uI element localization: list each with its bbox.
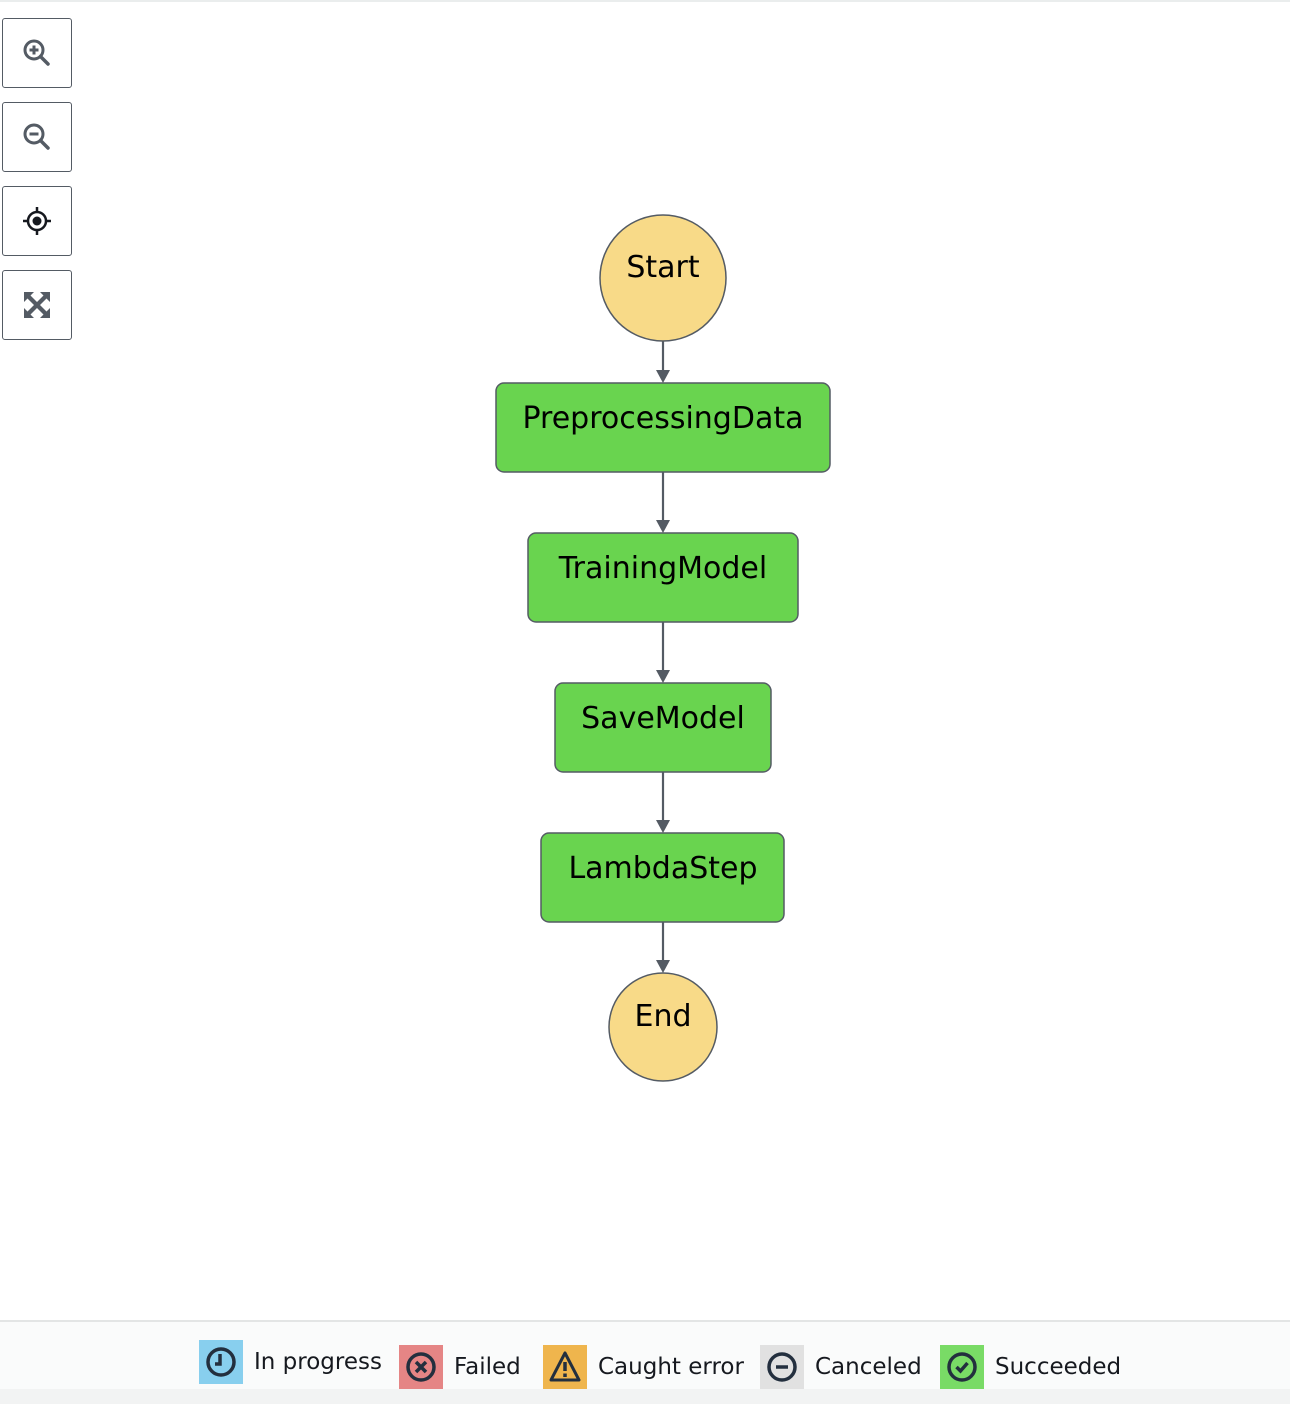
zoom-in-icon — [23, 39, 50, 66]
node-start[interactable]: Start — [599, 214, 727, 342]
workflow-graph: Start PreprocessingData TrainingModel SaveM… — [495, 214, 831, 1082]
fit-button[interactable] — [2, 270, 72, 340]
node-preprocessing[interactable]: PreprocessingData — [495, 382, 831, 473]
clock-icon — [206, 1347, 236, 1377]
footer-strip — [0, 1389, 1290, 1404]
caught-error-swatch — [543, 1345, 587, 1389]
legend-label: In progress — [254, 1349, 382, 1375]
node-label: End — [634, 999, 691, 1034]
legend-label: Canceled — [815, 1354, 922, 1380]
arrowhead — [656, 370, 670, 383]
node-end[interactable]: End — [608, 972, 718, 1082]
legend-label: Caught error — [598, 1354, 744, 1380]
arrowhead — [656, 820, 670, 833]
node-label: LambdaStep — [568, 851, 757, 886]
legend-caught-error: Caught error — [543, 1345, 744, 1389]
arrowhead — [656, 960, 670, 973]
zoom-out-icon — [23, 123, 50, 150]
legend-failed: Failed — [399, 1345, 521, 1389]
node-save[interactable]: SaveModel — [554, 682, 772, 773]
failed-swatch — [399, 1345, 443, 1389]
succeeded-swatch — [940, 1345, 984, 1389]
canceled-swatch — [760, 1345, 804, 1389]
center-button[interactable] — [2, 186, 72, 256]
arrowhead — [656, 520, 670, 533]
crosshair-icon — [23, 207, 51, 235]
expand-icon — [24, 292, 50, 318]
node-label: SaveModel — [581, 701, 745, 736]
x-circle-icon — [406, 1352, 436, 1382]
node-label: TrainingModel — [558, 551, 767, 586]
warning-icon — [549, 1351, 581, 1382]
zoom-in-button[interactable] — [2, 18, 72, 88]
check-circle-icon — [947, 1352, 977, 1382]
node-lambda[interactable]: LambdaStep — [540, 832, 785, 923]
legend-canceled: Canceled — [760, 1345, 922, 1389]
legend-label: Succeeded — [995, 1354, 1122, 1380]
legend-label: Failed — [454, 1354, 521, 1380]
zoom-out-button[interactable] — [2, 102, 72, 172]
minus-circle-icon — [767, 1352, 797, 1382]
legend-in-progress: In progress — [199, 1340, 382, 1384]
in-progress-swatch — [199, 1340, 243, 1384]
arrowhead — [656, 670, 670, 683]
node-label: Start — [626, 250, 700, 285]
node-training[interactable]: TrainingModel — [527, 532, 799, 623]
node-label: PreprocessingData — [522, 401, 803, 436]
legend-bar: In progress Failed Caught error Canceled… — [0, 1320, 1290, 1390]
legend-succeeded: Succeeded — [940, 1345, 1121, 1389]
